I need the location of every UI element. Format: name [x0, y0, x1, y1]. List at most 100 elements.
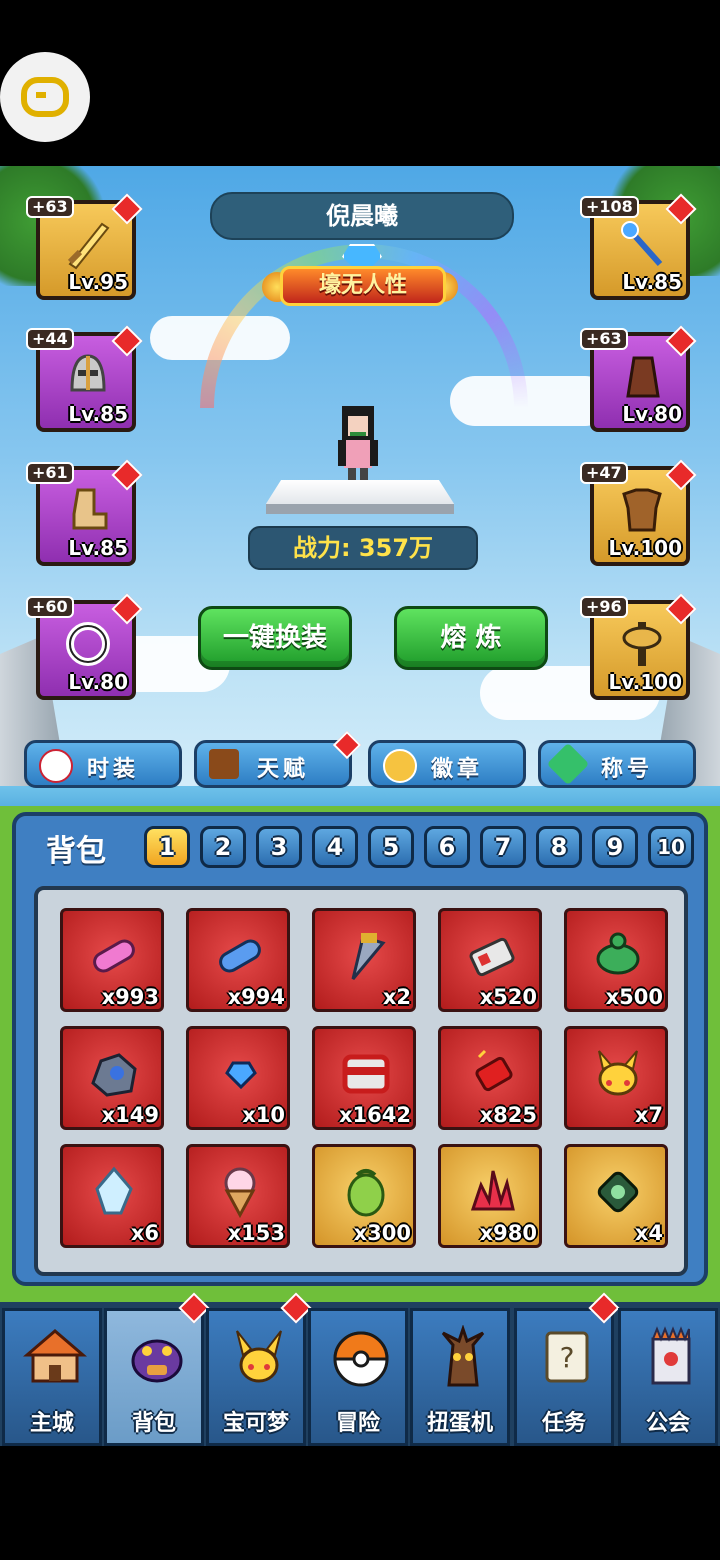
page-button[interactable]: 5: [368, 826, 414, 868]
equip-slot-armor[interactable]: +47 Lv.100: [580, 459, 697, 566]
item-quantity: x994: [227, 985, 285, 1009]
page-button[interactable]: 1: [144, 826, 190, 868]
inventory-item[interactable]: x500: [564, 908, 668, 1012]
ice-cream-icon: [224, 1167, 256, 1219]
blue-gem-icon: [225, 1061, 257, 1090]
equip-level: Lv.85: [68, 402, 128, 426]
boots-icon: [72, 488, 108, 530]
tab-fashion[interactable]: 时装: [24, 740, 182, 788]
enhance-level: +47: [580, 462, 628, 484]
nav-guild[interactable]: 公会: [618, 1308, 718, 1446]
inventory-item[interactable]: x6: [60, 1144, 164, 1248]
equip-slot-ring[interactable]: +60 Lv.80: [26, 593, 143, 700]
house-icon: [23, 1329, 87, 1383]
nav-pokemon[interactable]: 宝可梦: [206, 1292, 312, 1446]
tab-badge[interactable]: 徽章: [368, 740, 526, 788]
device-icon: [469, 937, 515, 977]
nav-adventure[interactable]: 冒险: [308, 1308, 408, 1446]
nav-main-city[interactable]: 主城: [2, 1308, 102, 1446]
tab-label: 称号: [601, 757, 654, 782]
page-button[interactable]: 8: [536, 826, 582, 868]
page-button[interactable]: 10: [648, 826, 694, 868]
item-quantity: x149: [101, 1103, 159, 1127]
enhance-level: +60: [26, 596, 74, 618]
inventory-item[interactable]: x2: [312, 908, 416, 1012]
equip-level: Lv.85: [68, 536, 128, 560]
equip-slot-amulet[interactable]: +96 Lv.100: [580, 593, 697, 700]
crystal-icon: [95, 1166, 133, 1215]
page-button[interactable]: 7: [480, 826, 526, 868]
page-button[interactable]: 9: [592, 826, 638, 868]
item-quantity: x1642: [339, 1103, 411, 1127]
tab-talent[interactable]: 天赋: [194, 730, 362, 788]
gamepad-icon: [21, 77, 69, 117]
inventory-item[interactable]: x153: [186, 1144, 290, 1248]
item-quantity: x993: [101, 985, 159, 1009]
nav-tasks[interactable]: ? 任务: [514, 1292, 620, 1446]
blue-capsule-icon: [219, 939, 261, 973]
chest-icon: [342, 1054, 390, 1094]
nav-gacha[interactable]: 扭蛋机: [410, 1308, 510, 1446]
inventory-item[interactable]: x4: [564, 1144, 668, 1248]
inventory-item[interactable]: x993: [60, 908, 164, 1012]
inventory-item[interactable]: x520: [438, 908, 542, 1012]
inventory-item[interactable]: x980: [438, 1144, 542, 1248]
equip-slot-weapon[interactable]: +63 Lv.95: [26, 193, 143, 300]
item-quantity: x2: [382, 985, 411, 1009]
page-button[interactable]: 3: [256, 826, 302, 868]
equip-level: Lv.95: [68, 270, 128, 294]
green-egg-icon: [347, 1169, 385, 1217]
fashion-icon: [39, 749, 73, 783]
tab-title[interactable]: 称号: [538, 740, 696, 788]
red-crystal-icon: [470, 1170, 515, 1211]
nav-label: 冒险: [335, 1411, 380, 1436]
pedestal-base: [266, 504, 454, 514]
pink-capsule-icon: [93, 939, 135, 973]
equip-level: Lv.80: [68, 670, 128, 694]
item-quantity: x300: [353, 1221, 411, 1245]
item-quantity: x825: [479, 1103, 537, 1127]
drill-icon: [351, 933, 386, 980]
enhance-level: +44: [26, 328, 74, 350]
inventory-item[interactable]: x7: [564, 1026, 668, 1130]
hood-icon: [626, 356, 660, 398]
equip-all-button[interactable]: 一键换装: [198, 606, 352, 670]
inventory-item[interactable]: x149: [60, 1026, 164, 1130]
item-grid: x993 x994 x2 x520 x500 x149 x10 x1642 x8…: [34, 886, 688, 1276]
equip-slot-staff[interactable]: +108 Lv.85: [580, 193, 697, 300]
equip-level: Lv.80: [622, 402, 682, 426]
equip-slot-helmet[interactable]: +44 Lv.85: [26, 325, 143, 432]
inventory-item[interactable]: x994: [186, 908, 290, 1012]
player-title-badge[interactable]: 壕无人性: [262, 244, 458, 312]
inventory-item[interactable]: x1642: [312, 1026, 416, 1130]
pikachu-icon: [236, 1330, 282, 1383]
enhance-level: +63: [580, 328, 628, 350]
nav-label: 公会: [645, 1411, 690, 1436]
green-token-icon: [597, 1171, 639, 1213]
player-name: 倪晨曦: [210, 192, 514, 240]
enhance-level: +96: [580, 596, 628, 618]
nav-label: 背包: [131, 1411, 176, 1436]
smelt-button[interactable]: 熔 炼: [394, 606, 548, 670]
player-character[interactable]: [330, 402, 386, 492]
combat-power: 战力: 357万: [248, 526, 478, 570]
nav-label: 扭蛋机: [426, 1411, 493, 1436]
inventory-item[interactable]: x10: [186, 1026, 290, 1130]
equip-level: Lv.100: [608, 536, 683, 560]
page-button[interactable]: 4: [312, 826, 358, 868]
equip-slot-boots[interactable]: +61 Lv.85: [26, 459, 143, 566]
equip-level: Lv.85: [622, 270, 682, 294]
inventory-item[interactable]: x825: [438, 1026, 542, 1130]
enhance-level: +63: [26, 196, 74, 218]
page-button[interactable]: 2: [200, 826, 246, 868]
nav-backpack[interactable]: 背包: [104, 1292, 210, 1446]
floating-app-button[interactable]: [0, 52, 90, 142]
inventory-item[interactable]: x300: [312, 1144, 416, 1248]
enhance-level: +108: [580, 196, 639, 218]
page-button[interactable]: 6: [424, 826, 470, 868]
equip-slot-hood[interactable]: +63 Lv.80: [580, 325, 697, 432]
tree-icon: [441, 1325, 485, 1387]
pokeball-icon: [333, 1331, 389, 1387]
item-quantity: x980: [479, 1221, 537, 1245]
item-quantity: x10: [242, 1103, 285, 1127]
